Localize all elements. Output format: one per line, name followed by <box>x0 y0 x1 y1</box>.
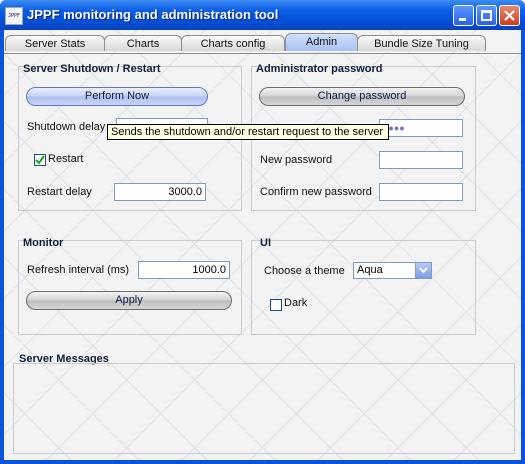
restart-checkbox[interactable] <box>34 154 46 166</box>
window-title: JPPF monitoring and administration tool <box>27 7 279 22</box>
apply-button[interactable]: Apply <box>26 291 232 310</box>
ui-panel <box>251 240 476 335</box>
server-messages-area[interactable] <box>13 363 515 454</box>
restart-delay-label: Restart delay <box>27 186 92 198</box>
title-bar[interactable]: JPPF JPPF monitoring and administration … <box>0 0 525 30</box>
chevron-down-icon[interactable] <box>415 263 431 278</box>
current-password-field[interactable]: ●●●● <box>379 119 463 137</box>
theme-select[interactable]: Aqua <box>353 262 432 279</box>
tab-admin[interactable]: Admin <box>285 33 358 51</box>
restart-delay-field[interactable]: 3000.0 <box>114 183 206 201</box>
maximize-icon <box>481 10 492 21</box>
client-area: Server Stats Charts Charts config Admin … <box>4 30 521 460</box>
theme-label: Choose a theme <box>264 265 345 277</box>
minimize-icon <box>459 18 466 21</box>
change-password-button[interactable]: Change password <box>259 87 465 106</box>
shutdown-delay-label: Shutdown delay <box>27 121 106 133</box>
dark-label: Dark <box>284 297 308 309</box>
new-password-label: New password <box>260 154 333 166</box>
minimize-button[interactable] <box>453 5 474 26</box>
tab-divider <box>4 53 521 54</box>
tooltip: Sends the shutdown and/or restart reques… <box>107 124 389 140</box>
monitor-panel <box>18 240 242 335</box>
theme-select-value: Aqua <box>357 264 383 276</box>
admin-password-title: Administrator password <box>256 63 383 75</box>
shutdown-panel-title: Server Shutdown / Restart <box>23 63 161 75</box>
perform-now-button[interactable]: Perform Now <box>26 87 208 106</box>
new-password-field[interactable] <box>379 151 463 169</box>
maximize-button[interactable] <box>476 5 497 26</box>
tab-bundle-size-tuning[interactable]: Bundle Size Tuning <box>357 35 486 51</box>
restart-label: Restart <box>48 153 84 165</box>
close-icon <box>504 10 515 21</box>
close-button[interactable] <box>499 5 520 26</box>
app-icon: JPPF <box>5 7 23 25</box>
checkmark-icon <box>35 155 45 165</box>
tab-strip: Server Stats Charts Charts config Admin … <box>4 33 521 54</box>
confirm-password-label: Confirm new password <box>260 186 372 198</box>
dark-checkbox[interactable] <box>270 299 282 311</box>
tab-server-stats[interactable]: Server Stats <box>5 35 105 51</box>
ui-panel-title: UI <box>260 237 271 249</box>
refresh-interval-field[interactable]: 1000.0 <box>138 261 230 279</box>
app-window: JPPF JPPF monitoring and administration … <box>0 0 525 464</box>
tab-charts-config[interactable]: Charts config <box>181 35 285 51</box>
refresh-interval-label: Refresh interval (ms) <box>27 264 130 276</box>
tab-charts[interactable]: Charts <box>104 35 182 51</box>
monitor-panel-title: Monitor <box>23 237 64 249</box>
confirm-password-field[interactable] <box>379 183 463 201</box>
